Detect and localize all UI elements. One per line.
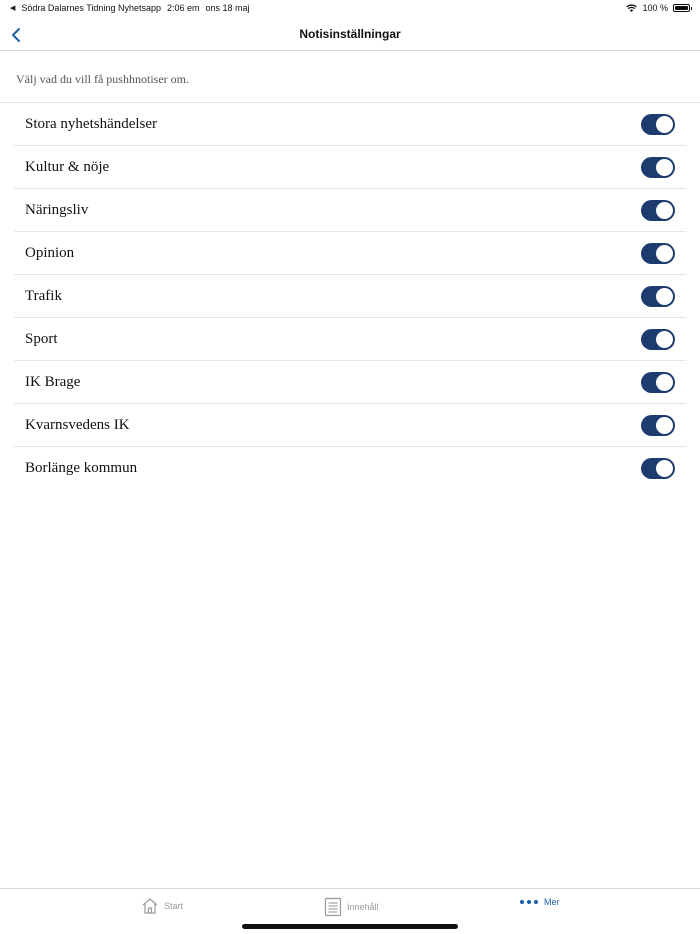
status-bar: ◀ Södra Dalarnes Tidning Nyhetsapp 2:06 … <box>0 0 700 18</box>
back-to-app-icon[interactable]: ◀ <box>10 4 15 12</box>
setting-label: Trafik <box>25 287 62 304</box>
notification-settings-list: Stora nyhetshändelser Kultur & nöje Näri… <box>14 103 686 490</box>
home-indicator[interactable] <box>242 924 458 929</box>
toggle-switch[interactable] <box>641 242 675 264</box>
setting-label: Kultur & nöje <box>25 158 110 175</box>
setting-row-ik-brage: IK Brage <box>14 361 686 404</box>
toggle-switch[interactable] <box>641 371 675 393</box>
toggle-knob <box>656 416 673 434</box>
setting-label: Näringsliv <box>25 201 89 218</box>
toggle-knob <box>656 244 673 262</box>
battery-icon <box>673 4 692 12</box>
setting-row-kultur-noje: Kultur & nöje <box>14 146 686 189</box>
document-list-icon <box>324 897 342 917</box>
page-title: Notisinställningar <box>299 27 401 41</box>
setting-row-borlange-kommun: Borlänge kommun <box>14 447 686 490</box>
toggle-switch[interactable] <box>641 458 675 479</box>
toggle-switch[interactable] <box>641 199 675 221</box>
setting-row-stora-nyhetshandelser: Stora nyhetshändelser <box>14 103 686 146</box>
toggle-switch[interactable] <box>641 285 675 307</box>
setting-label: Sport <box>25 330 58 347</box>
toggle-knob <box>656 158 673 176</box>
tab-content-label: Innehåll <box>347 902 379 912</box>
setting-row-opinion: Opinion <box>14 232 686 275</box>
setting-row-naringsliv: Näringsliv <box>14 189 686 232</box>
home-icon <box>142 898 158 914</box>
toggle-knob <box>656 115 673 133</box>
setting-row-kvarnsvedens-ik: Kvarnsvedens IK <box>14 404 686 447</box>
toggle-knob <box>656 460 673 477</box>
tab-content[interactable]: Innehåll <box>324 897 379 917</box>
back-to-app-label[interactable]: Södra Dalarnes Tidning Nyhetsapp <box>21 3 161 13</box>
tab-start-label: Start <box>164 901 184 911</box>
setting-label: Stora nyhetshändelser <box>25 115 158 132</box>
status-left: ◀ Södra Dalarnes Tidning Nyhetsapp 2:06 … <box>10 3 250 13</box>
setting-label: Opinion <box>25 244 75 261</box>
toggle-switch[interactable] <box>641 414 675 436</box>
setting-row-trafik: Trafik <box>14 275 686 318</box>
status-right: 100 % <box>626 3 692 13</box>
navigation-bar: Notisinställningar <box>0 18 700 51</box>
toggle-knob <box>656 373 673 391</box>
intro-text: Välj vad du vill få pushhnotiser om. <box>16 72 189 86</box>
status-time: 2:06 em <box>166 3 200 13</box>
setting-label: Borlänge kommun <box>25 460 138 476</box>
tab-start[interactable]: Start <box>141 897 183 915</box>
toggle-switch[interactable] <box>641 113 675 135</box>
toggle-switch[interactable] <box>641 156 675 178</box>
toggle-knob <box>656 330 673 348</box>
setting-row-sport: Sport <box>14 318 686 361</box>
wifi-icon <box>626 4 638 12</box>
setting-label: Kvarnsvedens IK <box>25 416 130 433</box>
status-date: ons 18 maj <box>205 3 250 13</box>
tab-more[interactable]: Mer <box>519 897 560 907</box>
tab-more-label: Mer <box>544 897 560 907</box>
battery-percent: 100 % <box>642 3 668 13</box>
toggle-knob <box>656 201 673 219</box>
toggle-switch[interactable] <box>641 328 675 350</box>
more-dots-icon <box>520 900 538 904</box>
setting-label: IK Brage <box>25 373 81 390</box>
toggle-knob <box>656 287 673 305</box>
